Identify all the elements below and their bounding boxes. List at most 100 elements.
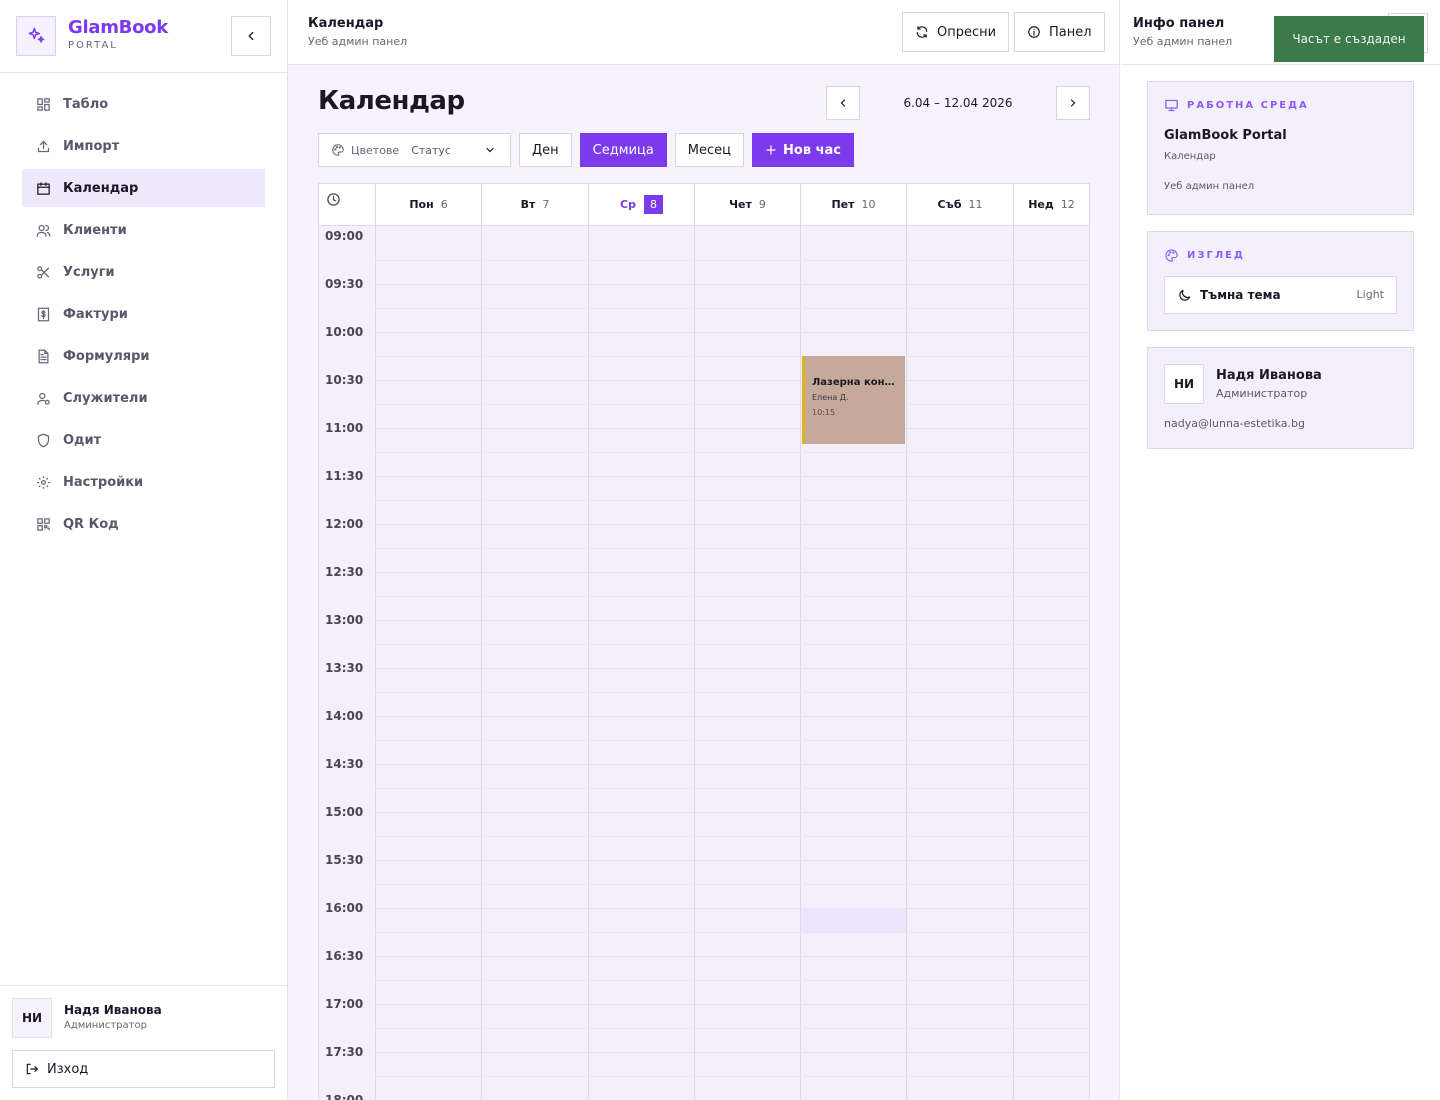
time-label: 15:30 [325, 853, 364, 867]
prev-week-button[interactable] [826, 86, 860, 120]
next-week-button[interactable] [1056, 86, 1090, 120]
day-header[interactable]: Ср 8 [588, 184, 694, 225]
dark-theme-toggle[interactable]: Тъмна тема Light [1164, 276, 1397, 314]
day-column-divider [375, 226, 376, 1100]
day-header[interactable]: Вт 7 [481, 184, 588, 225]
refresh-icon [915, 25, 929, 39]
new-appointment-button[interactable]: Нов час [752, 133, 854, 167]
palette-icon [1164, 248, 1179, 263]
profile-card: НИ Надя Иванова Администратор nadya@lunn… [1147, 347, 1414, 449]
quarter-line [375, 500, 1089, 501]
view-card: ИЗГЛЕД Тъмна тема Light [1147, 231, 1414, 331]
sidebar-item-invoices[interactable]: Фактури [22, 295, 265, 333]
quarter-line [375, 980, 1089, 981]
panel-label: Панел [1049, 24, 1092, 40]
moon-icon [1177, 288, 1192, 303]
profile-email: nadya@lunna-estetika.bg [1164, 417, 1305, 430]
day-name: Съб [937, 198, 962, 211]
day-header[interactable]: Нед 12 [1013, 184, 1089, 225]
time-label: 09:30 [325, 277, 364, 291]
hour-line [375, 860, 1089, 861]
time-label: 15:00 [325, 805, 364, 819]
day-column-divider [906, 226, 907, 1100]
sidebar: GlamBook PORTAL Табло Импорт Календар Кл… [0, 0, 288, 1100]
time-label: 12:30 [325, 565, 364, 579]
quarter-line [375, 596, 1089, 597]
day-date: 8 [643, 195, 663, 214]
sidebar-item-services[interactable]: Услуги [22, 253, 265, 291]
sidebar-item-staff[interactable]: Служители [22, 379, 265, 417]
clock-icon [326, 192, 341, 207]
sidebar-item-dashboard[interactable]: Табло [22, 85, 265, 123]
day-header[interactable]: Пет 10 [800, 184, 906, 225]
logout-button[interactable]: Изход [12, 1050, 275, 1088]
hour-line [375, 572, 1089, 573]
main-content: Календар Уеб админ панел Опресни Панел К… [288, 0, 1120, 1100]
time-label: 16:30 [325, 949, 364, 963]
dollar-icon [35, 306, 51, 322]
info-icon [1027, 25, 1041, 39]
view-day-button[interactable]: Ден [519, 133, 572, 167]
plus-icon [765, 144, 777, 156]
sidebar-item-audit[interactable]: Одит [22, 421, 265, 459]
hour-line [375, 476, 1089, 477]
day-header[interactable]: Чет 9 [694, 184, 800, 225]
color-mode-select[interactable]: Цветове Статус [318, 133, 511, 167]
time-label: 16:00 [325, 901, 364, 915]
chevron-right-icon [1067, 97, 1079, 109]
monitor-icon [1164, 98, 1179, 113]
hour-line [375, 620, 1089, 621]
panel-button[interactable]: Панел [1014, 12, 1105, 52]
quarter-line [375, 836, 1089, 837]
hovered-slot[interactable] [801, 908, 906, 932]
quarter-line [375, 308, 1089, 309]
calendar-toolbar: Цветове Статус Ден Седмица Месец Нов час [318, 133, 854, 167]
appointment-event[interactable]: Лазерна консу... Елена Д. 10:15 [802, 356, 905, 444]
info-panel: Инфо панел Уеб админ панел РАБОТНА СРЕДА… [1121, 0, 1440, 1100]
time-label: 18:00 [325, 1093, 364, 1100]
success-toast[interactable]: Часът е създаден [1274, 16, 1424, 62]
file-icon [35, 348, 51, 364]
day-column-divider [694, 226, 695, 1100]
view-month-button[interactable]: Месец [674, 133, 745, 167]
sidebar-item-label: Календар [63, 180, 139, 196]
view-week-button[interactable]: Седмица [579, 133, 667, 167]
sidebar-item-label: Табло [63, 96, 109, 112]
week-range: 6.04 – 12.04 2026 [903, 96, 1013, 110]
sidebar-item-qr[interactable]: QR Код [22, 505, 265, 543]
hour-line [375, 956, 1089, 957]
topbar: Календар Уеб админ панел Опресни Панел [288, 0, 1119, 65]
sparkle-icon [16, 16, 56, 56]
chevron-left-icon [244, 29, 258, 43]
refresh-button[interactable]: Опресни [902, 12, 1010, 52]
day-header[interactable]: Съб 11 [906, 184, 1013, 225]
users-icon [35, 222, 51, 238]
sidebar-nav: Табло Импорт Календар Клиенти Услуги Фак… [22, 85, 265, 547]
time-label: 13:30 [325, 661, 364, 675]
sidebar-item-import[interactable]: Импорт [22, 127, 265, 165]
hour-line [375, 428, 1089, 429]
workspace-label-text: РАБОТНА СРЕДА [1187, 100, 1309, 111]
day-name: Ср [620, 198, 636, 211]
sidebar-item-settings[interactable]: Настройки [22, 463, 265, 501]
day-header[interactable]: Пон 6 [375, 184, 481, 225]
avatar: НИ [12, 998, 52, 1038]
hour-line [375, 1004, 1089, 1005]
brand-header: GlamBook PORTAL [0, 0, 287, 73]
calendar-icon [35, 180, 51, 196]
info-panel-title: Инфо панел [1133, 16, 1225, 31]
logout-label: Изход [47, 1061, 89, 1077]
day-name: Пон [409, 198, 434, 211]
time-label: 09:00 [325, 229, 364, 243]
day-name: Вт [520, 198, 536, 211]
collapse-sidebar-button[interactable] [231, 16, 271, 56]
event-client: Елена Д. [812, 393, 849, 402]
sidebar-item-clients[interactable]: Клиенти [22, 211, 265, 249]
qr-icon [35, 516, 51, 532]
sidebar-item-label: Служители [63, 390, 148, 406]
chevron-left-icon [837, 97, 849, 109]
sidebar-item-forms[interactable]: Формуляри [22, 337, 265, 375]
brand-subtitle: PORTAL [68, 40, 118, 51]
sidebar-item-calendar[interactable]: Календар [22, 169, 265, 207]
upload-icon [35, 138, 51, 154]
